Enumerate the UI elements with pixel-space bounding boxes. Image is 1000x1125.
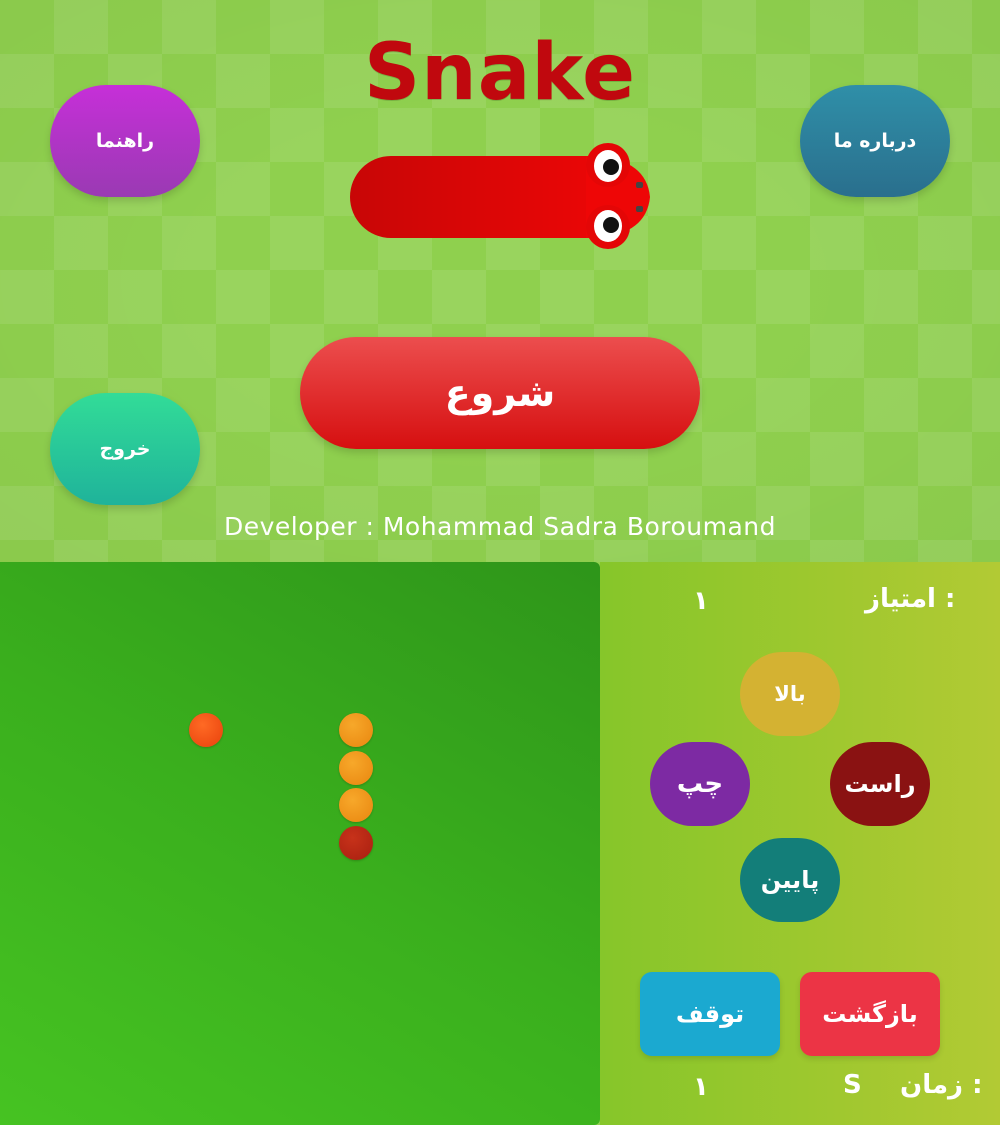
about-us-button[interactable]: درباره ما [800, 85, 950, 197]
snake-body-segment [339, 788, 373, 822]
game-board [0, 562, 600, 1125]
snake-head [339, 826, 373, 860]
right-button[interactable]: راست [830, 742, 930, 826]
snake-body-segment [339, 713, 373, 747]
pause-button[interactable]: توقف [640, 972, 780, 1056]
control-panel: امتیاز : ۱ بالا چپ راست پایین توقف بازگش… [600, 562, 1000, 1125]
score-value: ۱ [693, 586, 709, 616]
developer-credit: Developer : Mohammad Sadra Boroumand [223, 512, 777, 541]
time-label: زمان : [900, 1070, 983, 1100]
time-value: ۱ [693, 1072, 709, 1102]
score-label: امتیاز : [865, 584, 956, 614]
down-button[interactable]: پایین [740, 838, 840, 922]
snake-logo-image [350, 143, 650, 249]
main-menu-screen: Snake راهنما درباره ما شروع خروج Develop… [0, 0, 1000, 562]
start-button[interactable]: شروع [300, 337, 700, 449]
back-button[interactable]: بازگشت [800, 972, 940, 1056]
snake-body-segment [339, 751, 373, 785]
time-unit: S [843, 1070, 862, 1100]
food-item [189, 713, 223, 747]
exit-button[interactable]: خروج [50, 393, 200, 505]
game-screen: امتیاز : ۱ بالا چپ راست پایین توقف بازگش… [0, 562, 1000, 1125]
left-button[interactable]: چپ [650, 742, 750, 826]
up-button[interactable]: بالا [740, 652, 840, 736]
guide-button[interactable]: راهنما [50, 85, 200, 197]
